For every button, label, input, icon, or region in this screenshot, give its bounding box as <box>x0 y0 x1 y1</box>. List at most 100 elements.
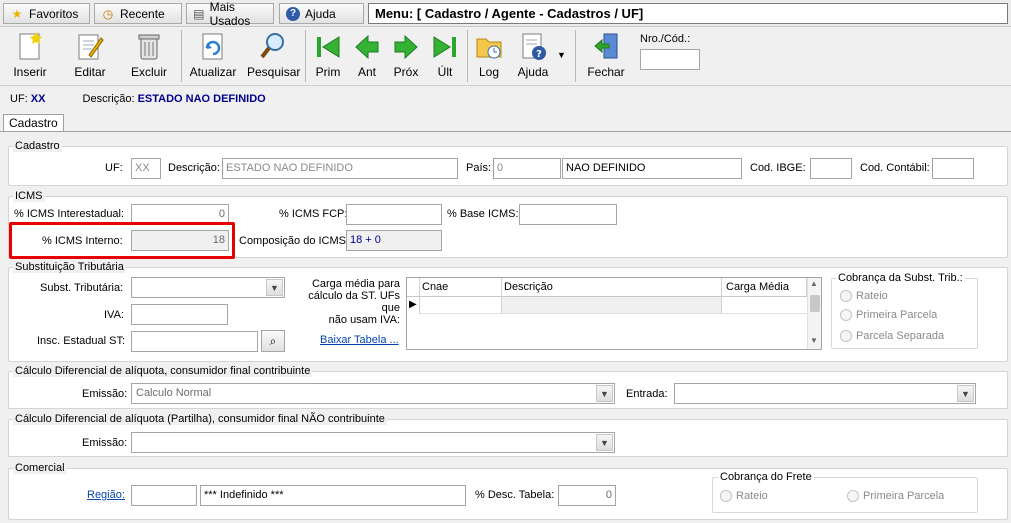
entrada-label: Entrada: <box>626 388 668 400</box>
entrada-select[interactable]: ▼ <box>674 383 976 404</box>
record-info: UF: XX Descrição: ESTADO NAO DEFINIDO <box>10 93 266 105</box>
uf-input[interactable]: XX <box>131 158 161 179</box>
inserir-button[interactable]: Inserir <box>8 30 52 84</box>
next-record-icon <box>394 34 418 60</box>
nro-cod-input[interactable] <box>640 49 700 70</box>
icms-title: ICMS <box>13 190 45 202</box>
ibge-input[interactable] <box>810 158 852 179</box>
toolbar: Inserir Editar Excluir Atualizar Pesquis… <box>0 28 1011 86</box>
subst-select[interactable]: ▼ <box>131 277 285 298</box>
star-icon: ★ <box>11 6 23 21</box>
pais-label: País: <box>466 162 492 174</box>
chevron-down-icon: ▼ <box>596 434 613 451</box>
editar-button[interactable]: Editar <box>68 30 112 84</box>
help-icon: ? <box>286 6 300 21</box>
regiao-link[interactable]: Região: <box>87 489 125 501</box>
difal-contribuinte-title: Cálculo Diferencial de alíquota, consumi… <box>13 365 313 377</box>
iva-input[interactable] <box>131 304 228 325</box>
prox-button[interactable]: Próx <box>389 30 423 84</box>
st-title: Substituição Tributária <box>13 261 126 273</box>
emissao-partilha-label: Emissão: <box>82 437 128 449</box>
log-folder-icon <box>476 38 502 59</box>
regiao-code-input[interactable] <box>131 485 197 506</box>
ult-button[interactable]: Últ <box>428 30 462 84</box>
ajuda-top-button[interactable]: ? Ajuda <box>279 3 364 24</box>
carga-grid[interactable]: Cnae Descrição Carga Média ▶ ▲ ▼ <box>406 277 822 350</box>
edit-icon <box>78 34 104 60</box>
grid-cell-cnae[interactable] <box>419 297 501 314</box>
info-desc-value: ESTADO NAO DEFINIDO <box>137 93 266 105</box>
icms-fcp-label: % ICMS FCP: <box>279 208 348 220</box>
document-icon: ▤ <box>193 6 205 21</box>
scroll-down-icon[interactable]: ▼ <box>810 336 818 345</box>
trash-icon <box>138 34 160 60</box>
recente-button[interactable]: ◷ Recente <box>94 3 182 24</box>
cobranca-frete-title: Cobrança do Frete <box>718 471 814 483</box>
cadastro-title: Cadastro <box>13 140 62 152</box>
svg-text:?: ? <box>536 49 542 60</box>
contabil-label: Cod. Contábil: <box>860 162 930 174</box>
icms-interestadual-label: % ICMS Interestadual: <box>14 208 125 220</box>
ajuda-button[interactable]: ? Ajuda <box>514 30 552 84</box>
toolbar-separator <box>467 30 468 82</box>
grid-col-descricao[interactable]: Descrição <box>501 278 721 297</box>
ajuda-dropdown-arrow[interactable]: ▼ <box>557 50 566 60</box>
chevron-down-icon: ▼ <box>596 385 613 402</box>
log-button[interactable]: Log <box>472 30 506 84</box>
cobranca-st-title: Cobrança da Subst. Trib.: <box>836 272 965 284</box>
icms-fcp-input[interactable] <box>346 204 442 225</box>
ibge-label: Cod. IBGE: <box>750 162 806 174</box>
grid-header: Cnae Descrição Carga Média <box>407 278 807 297</box>
favoritos-button[interactable]: ★ Favoritos <box>3 3 90 24</box>
emissao-partilha-select[interactable]: ▼ <box>131 432 615 453</box>
grid-col-cnae[interactable]: Cnae <box>419 278 501 297</box>
scroll-thumb[interactable] <box>810 295 820 312</box>
grid-scrollbar[interactable]: ▲ ▼ <box>807 278 821 349</box>
comercial-title: Comercial <box>13 462 67 474</box>
tab-cadastro[interactable]: Cadastro <box>3 114 64 132</box>
composicao-input: 18 + 0 <box>346 230 442 251</box>
previous-record-icon <box>355 34 379 60</box>
tab-divider <box>0 131 1011 132</box>
excluir-button[interactable]: Excluir <box>127 30 171 84</box>
radio-primeira-frete[interactable]: Primeira Parcela <box>847 490 944 502</box>
grid-col-carga[interactable]: Carga Média <box>721 278 807 297</box>
carga-label: Carga média para cálculo da ST. UFs que … <box>308 278 400 326</box>
pais-code-input[interactable]: 0 <box>493 158 561 179</box>
toolbar-separator <box>575 30 576 82</box>
descricao-input[interactable]: ESTADO NAO DEFINIDO <box>222 158 458 179</box>
pesquisar-button[interactable]: Pesquisar <box>247 30 300 84</box>
grid-cell-carga[interactable] <box>721 297 807 314</box>
composicao-label: Composição do ICMS: <box>239 235 350 247</box>
icms-interno-highlight <box>9 222 235 259</box>
prim-button[interactable]: Prim <box>311 30 345 84</box>
pais-name-input[interactable]: NAO DEFINIDO <box>562 158 742 179</box>
first-record-icon <box>317 36 340 58</box>
chevron-down-icon: ▼ <box>266 279 283 296</box>
menu-path: Menu: [ Cadastro / Agente - Cadastros / … <box>368 3 1008 24</box>
difal-nao-contribuinte-title: Cálculo Diferencial de alíquota (Partilh… <box>13 413 387 425</box>
ant-button[interactable]: Ant <box>350 30 384 84</box>
nro-cod-label: Nro./Cód.: <box>640 33 691 45</box>
fechar-button[interactable]: Fechar <box>586 30 626 84</box>
grid-cell-descricao <box>501 297 721 314</box>
emissao-select[interactable]: Calculo Normal ▼ <box>131 383 615 404</box>
insc-lookup-button[interactable]: ⌕ <box>261 330 285 352</box>
toolbar-separator <box>181 30 182 82</box>
contabil-input[interactable] <box>932 158 974 179</box>
chevron-down-icon: ▼ <box>957 385 974 402</box>
base-icms-input[interactable] <box>519 204 617 225</box>
insc-input[interactable] <box>131 331 258 352</box>
grid-row[interactable]: ▶ <box>407 297 807 314</box>
radio-rateio-st[interactable]: Rateio <box>840 290 888 302</box>
radio-rateio-frete[interactable]: Rateio <box>720 490 768 502</box>
regiao-name-input[interactable]: *** Indefinido *** <box>200 485 466 506</box>
top-bar: ★ Favoritos ◷ Recente ▤ Mais Usados ? Aj… <box>0 0 1011 28</box>
radio-primeira-st[interactable]: Primeira Parcela <box>840 309 937 321</box>
baixar-tabela-link[interactable]: Baixar Tabela ... <box>320 334 399 346</box>
mais-usados-button[interactable]: ▤ Mais Usados <box>186 0 274 28</box>
scroll-up-icon[interactable]: ▲ <box>810 279 818 288</box>
atualizar-button[interactable]: Atualizar <box>189 30 237 84</box>
desc-tabela-input[interactable]: 0 <box>558 485 616 506</box>
radio-separada-st[interactable]: Parcela Separada <box>840 330 944 342</box>
